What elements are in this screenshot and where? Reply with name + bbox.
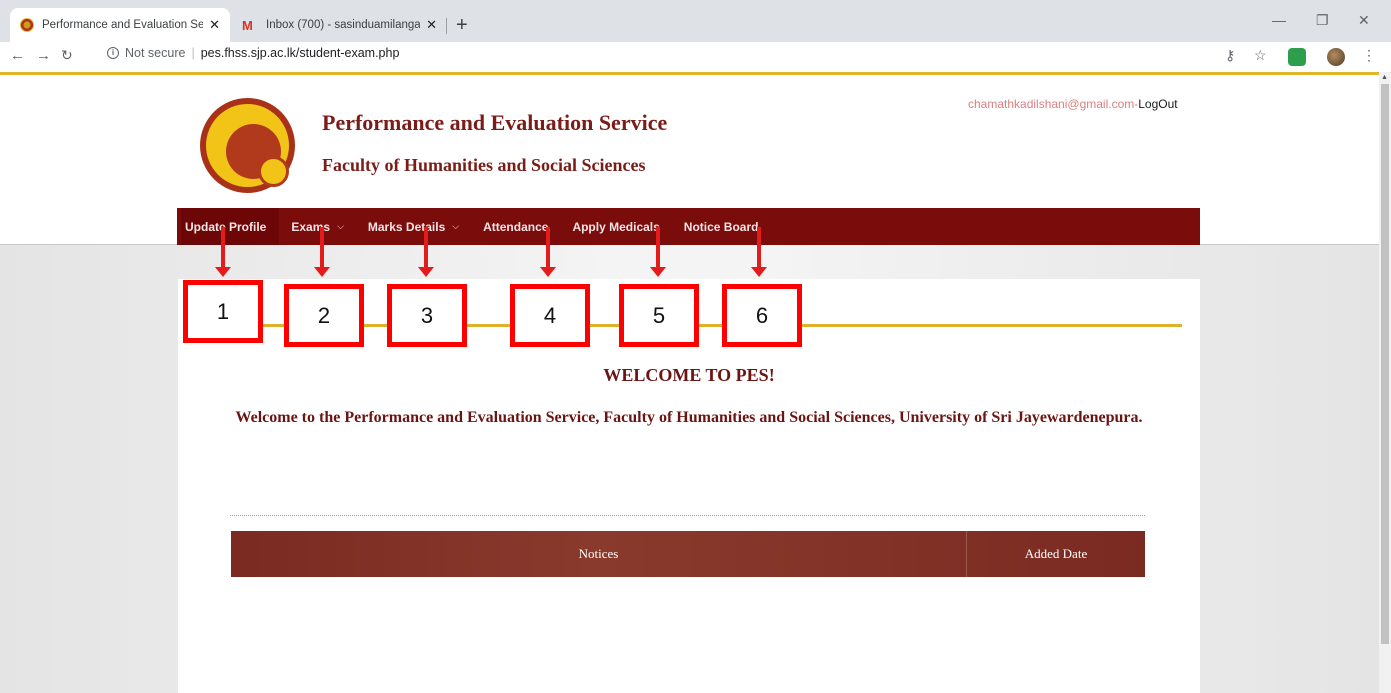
tab-separator <box>446 18 447 34</box>
browser-tab-bar: Performance and Evaluation Serv ✕ M Inbo… <box>0 0 1391 42</box>
forward-arrow-icon[interactable]: → <box>36 47 51 64</box>
user-info: chamathkadilshani@gmail.com-LogOut <box>968 97 1178 111</box>
key-icon[interactable]: ⚷ <box>1225 47 1235 64</box>
university-logo <box>200 98 295 193</box>
nav-label: Exams <box>291 219 331 234</box>
notices-table-header: Notices Added Date <box>231 531 1145 577</box>
pes-favicon-icon <box>20 18 34 32</box>
url-separator: | <box>191 46 195 60</box>
restore-button[interactable]: ❐ <box>1316 12 1329 29</box>
scroll-thumb[interactable] <box>1381 84 1389 644</box>
nav-label: Update Profile <box>185 219 267 234</box>
page-scrollbar[interactable]: ▲ <box>1379 72 1391 693</box>
tab-title: Performance and Evaluation Serv <box>42 19 204 31</box>
annotation-box-3: 3 <box>387 284 467 347</box>
dotted-divider <box>230 515 1145 516</box>
chevron-down-icon: ⌵ <box>337 221 344 231</box>
tab-close-icon[interactable]: ✕ <box>426 17 437 33</box>
star-icon[interactable]: ☆ <box>1254 47 1267 64</box>
user-email: chamathkadilshani@gmail.com- <box>968 97 1139 111</box>
annotation-arrow <box>540 227 556 277</box>
annotation-arrow <box>650 227 666 277</box>
annotation-box-4: 4 <box>510 284 590 347</box>
nav-label: Apply Medicals <box>572 219 660 234</box>
annotation-box-6: 6 <box>722 284 802 347</box>
nav-label: Attendance <box>483 219 549 234</box>
tab-title: Inbox (700) - sasinduamilanga69 <box>266 19 421 31</box>
back-arrow-icon[interactable]: ← <box>10 47 25 64</box>
url-text: pes.fhss.sjp.ac.lk/student-exam.php <box>200 46 400 60</box>
new-tab-button[interactable]: + <box>456 14 468 37</box>
nav-marks-details[interactable]: Marks Details ⌵ <box>356 220 471 234</box>
url-bar[interactable]: i Not secure | pes.fhss.sjp.ac.lk/studen… <box>107 46 399 60</box>
column-notices: Notices <box>231 531 967 577</box>
annotation-arrow <box>314 227 330 277</box>
nav-label: Notice Board <box>683 219 759 234</box>
tab-close-icon[interactable]: ✕ <box>209 17 220 33</box>
page: Performance and Evaluation Service Facul… <box>0 75 1379 693</box>
main-navbar: Update Profile Exams ⌵ Marks Details ⌵ Att… <box>177 208 1200 245</box>
welcome-text: Welcome to the Performance and Evaluatio… <box>235 409 1143 426</box>
annotation-box-5: 5 <box>619 284 699 347</box>
welcome-heading: WELCOME TO PES! <box>603 365 775 385</box>
extension-icon[interactable] <box>1288 48 1306 66</box>
menu-kebab-icon[interactable]: ⋮ <box>1362 47 1376 64</box>
info-icon[interactable]: i <box>107 47 119 59</box>
tab-pes[interactable]: Performance and Evaluation Serv ✕ <box>10 8 230 42</box>
site-title: Performance and Evaluation Service <box>322 110 668 135</box>
annotation-box-1: 1 <box>183 280 263 343</box>
not-secure-label: Not secure <box>125 46 186 60</box>
annotation-arrow <box>751 227 767 277</box>
chevron-down-icon: ⌵ <box>452 221 460 231</box>
annotation-arrow <box>215 227 231 277</box>
nav-update-profile[interactable]: Update Profile <box>181 208 280 245</box>
annotation-arrow <box>418 227 434 277</box>
window-close-button[interactable]: ✕ <box>1358 12 1370 29</box>
scroll-up-icon[interactable]: ▲ <box>1381 74 1388 81</box>
minimize-button[interactable]: — <box>1272 12 1286 28</box>
profile-avatar[interactable] <box>1327 48 1345 66</box>
gmail-icon: M <box>242 18 253 33</box>
annotation-box-2: 2 <box>284 284 364 347</box>
reload-icon[interactable]: ↻ <box>61 47 73 64</box>
site-subtitle: Faculty of Humanities and Social Science… <box>322 155 646 175</box>
logout-link[interactable]: LogOut <box>1138 97 1177 111</box>
tab-gmail[interactable]: M Inbox (700) - sasinduamilanga69 ✕ <box>232 8 447 42</box>
nav-notice-board[interactable]: Notice Board <box>672 220 771 234</box>
nav-exams[interactable]: Exams ⌵ <box>279 220 356 234</box>
column-added-date: Added Date <box>1024 546 1088 561</box>
nav-label: Marks Details <box>367 219 446 234</box>
